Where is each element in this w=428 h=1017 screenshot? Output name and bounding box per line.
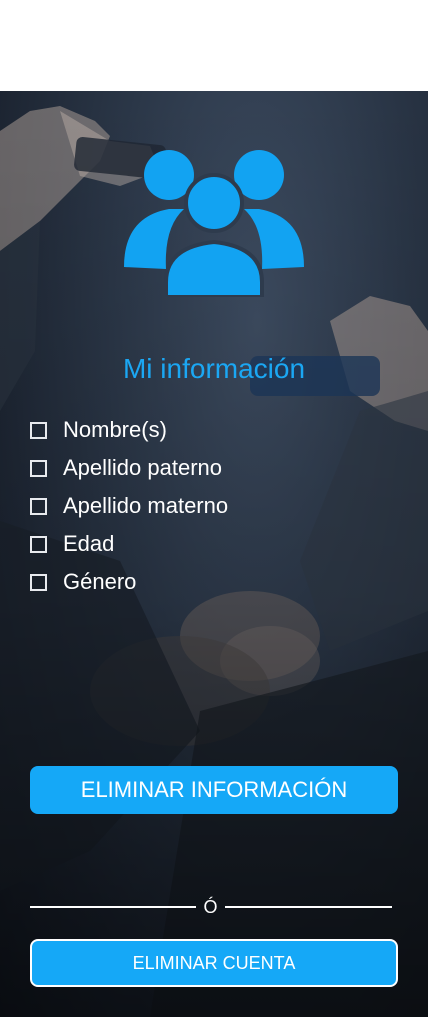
- checkbox[interactable]: [30, 421, 47, 439]
- checkbox[interactable]: [30, 535, 47, 553]
- checkbox-label: Edad: [63, 531, 115, 556]
- checkbox[interactable]: [30, 573, 47, 591]
- checkbox-label: Nombre(s): [63, 417, 167, 442]
- checkbox-label: Género: [63, 569, 137, 594]
- checkbox-row-nombre[interactable]: Nombre(s): [30, 411, 390, 449]
- divider-text: Ó: [203, 897, 218, 917]
- divider-line: [30, 906, 196, 908]
- checkbox-row-apellido-materno[interactable]: Apellido materno: [30, 487, 390, 525]
- delete-account-button[interactable]: ELIMINAR CUENTA: [30, 939, 398, 987]
- checkbox-row-apellido-paterno[interactable]: Apellido paterno: [30, 449, 390, 487]
- top-bar: [0, 0, 428, 91]
- checkbox[interactable]: [30, 497, 47, 515]
- delete-info-button[interactable]: ELIMINAR INFORMACIÓN: [30, 766, 398, 814]
- checkbox-row-genero[interactable]: Género: [30, 563, 390, 601]
- checkbox-label: Apellido paterno: [63, 455, 223, 480]
- checkbox[interactable]: [30, 459, 47, 477]
- background-photo: Mi información Nombre(s) Apellido patern…: [0, 91, 428, 1017]
- checkbox-label: Apellido materno: [63, 493, 229, 518]
- checkbox-row-edad[interactable]: Edad: [30, 525, 390, 563]
- info-checklist: Nombre(s) Apellido paterno Apellido mate…: [30, 411, 390, 601]
- users-group-icon: [124, 150, 304, 297]
- or-divider: Ó: [30, 896, 392, 918]
- page-title: Mi información: [122, 353, 306, 384]
- divider-line: [225, 906, 392, 908]
